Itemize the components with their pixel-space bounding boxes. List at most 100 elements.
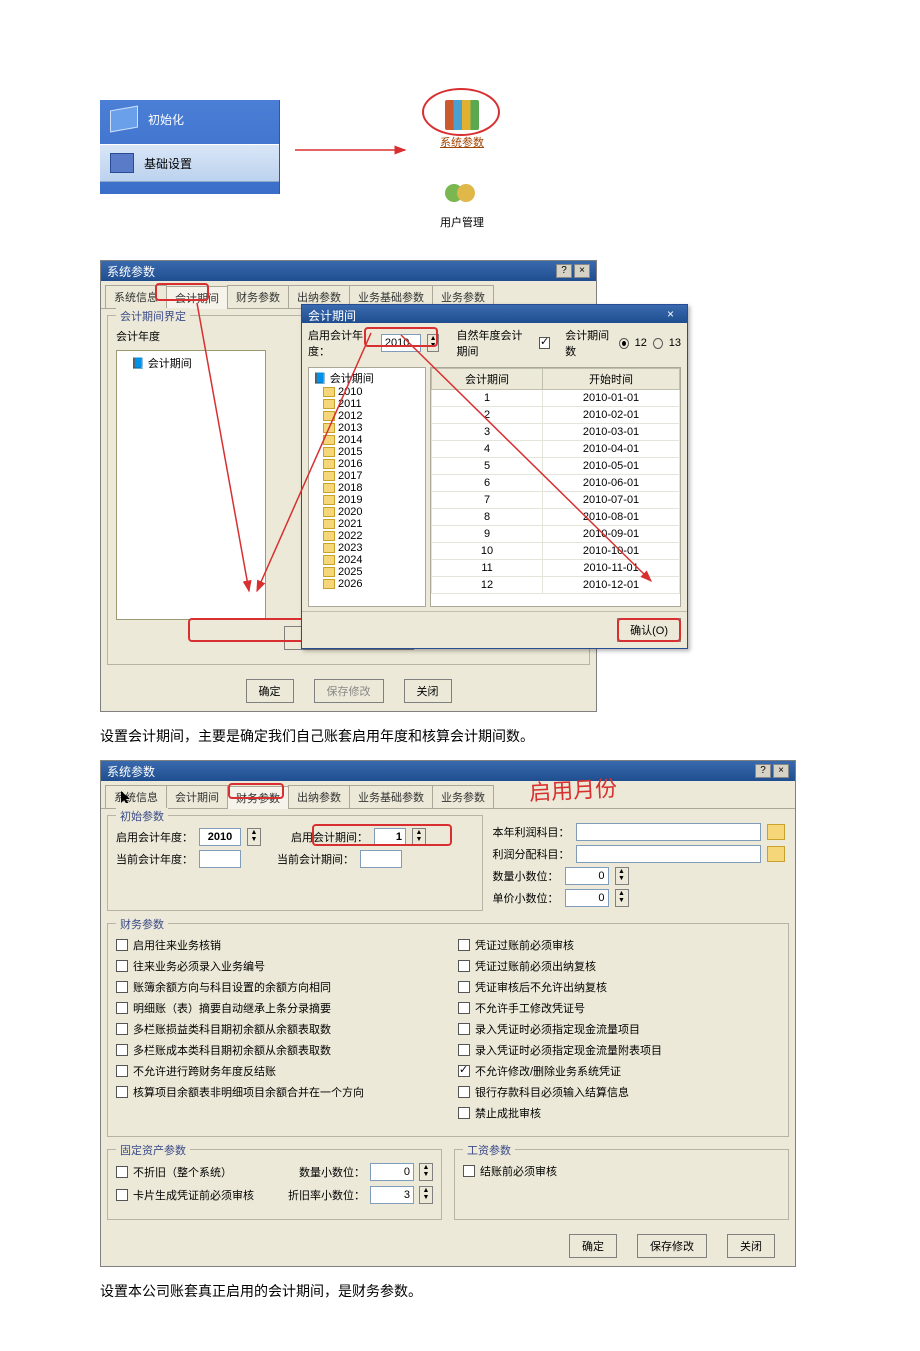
year-node[interactable]: 2020 [311,506,423,518]
close-button-2[interactable]: 关闭 [727,1234,775,1258]
confirm-button[interactable]: 确认(O) [617,618,681,642]
fin-label: 多栏账成本类科目期初余额从余额表取数 [133,1042,331,1058]
fin-checkbox[interactable] [116,939,128,951]
year-node[interactable]: 2021 [311,518,423,530]
fin-checkbox[interactable] [116,1023,128,1035]
close-button[interactable]: 关闭 [404,679,452,703]
fin-checkbox[interactable] [458,1107,470,1119]
fin-checkbox[interactable] [458,1023,470,1035]
qty-dec-spinner[interactable]: ▲▼ [615,867,629,885]
fin-checkbox[interactable] [116,1044,128,1056]
year-node[interactable]: 2019 [311,494,423,506]
year-node[interactable]: 2013 [311,422,423,434]
browse-dist-button[interactable] [767,846,785,862]
no-dep-checkbox[interactable] [116,1166,128,1178]
table-row[interactable]: 12010-01-01 [432,390,680,407]
start-year-input[interactable] [381,334,421,352]
qty-dec-input[interactable] [565,867,609,885]
year-node[interactable]: 2012 [311,410,423,422]
fin-checkbox[interactable] [458,1065,470,1077]
table-row[interactable]: 112010-11-01 [432,560,680,577]
natural-period-checkbox[interactable] [539,337,550,349]
tab-1[interactable]: 会计期间 [166,785,228,808]
user-mgmt-shortcut[interactable]: 用户管理 [440,180,484,230]
fin-checkbox[interactable] [458,960,470,972]
card-audit-checkbox[interactable] [116,1189,128,1201]
table-row[interactable]: 122010-12-01 [432,577,680,594]
fin-checkbox[interactable] [458,981,470,993]
tab-0[interactable]: 系统信息 [105,285,167,308]
radio-13[interactable] [653,338,663,349]
table-row[interactable]: 52010-05-01 [432,458,680,475]
close-button[interactable]: × [773,764,789,778]
year-node[interactable]: 2023 [311,542,423,554]
tab-2[interactable]: 财务参数 [227,285,289,308]
cur-year-input[interactable] [199,850,241,868]
year-node[interactable]: 2017 [311,470,423,482]
sys-params-link[interactable]: 系统参数 [440,134,484,150]
save-button-2[interactable]: 保存修改 [637,1234,707,1258]
start-year-input[interactable] [199,828,241,846]
year-node[interactable]: 2025 [311,566,423,578]
year-node[interactable]: 2015 [311,446,423,458]
tab-3[interactable]: 出纳参数 [288,785,350,808]
rate-dec-input[interactable] [370,1186,414,1204]
fin-checkbox[interactable] [116,981,128,993]
close-button[interactable]: × [574,264,590,278]
year-node[interactable]: 2014 [311,434,423,446]
fin-checkbox[interactable] [116,1086,128,1098]
year-spinner[interactable]: ▲▼ [427,334,439,352]
table-row[interactable]: 82010-08-01 [432,509,680,526]
price-dec-input[interactable] [565,889,609,907]
year-node[interactable]: 2022 [311,530,423,542]
fa-qty-dec-input[interactable] [370,1163,414,1181]
salary-audit-checkbox[interactable] [463,1165,475,1177]
tab-2[interactable]: 财务参数 [227,786,289,809]
radio-12[interactable] [619,338,629,349]
nav-item-basic-setup[interactable]: 基础设置 [100,144,279,182]
year-spinner[interactable]: ▲▼ [247,828,261,846]
year-node[interactable]: 2024 [311,554,423,566]
dialog-close-button[interactable]: × [667,307,681,321]
fin-checkbox[interactable] [458,1002,470,1014]
tab-0[interactable]: 系统信息 [105,785,167,808]
year-node[interactable]: 2010 [311,386,423,398]
help-button[interactable]: ? [755,764,771,778]
profit-input[interactable] [576,823,762,841]
ok-button-2[interactable]: 确定 [569,1234,617,1258]
table-row[interactable]: 102010-10-01 [432,543,680,560]
tab-5[interactable]: 业务参数 [432,785,494,808]
ok-button[interactable]: 确定 [246,679,294,703]
table-row[interactable]: 32010-03-01 [432,424,680,441]
table-row[interactable]: 22010-02-01 [432,407,680,424]
fin-label: 银行存款科目必须输入结算信息 [475,1084,629,1100]
help-button[interactable]: ? [556,264,572,278]
rate-spinner[interactable]: ▲▼ [419,1186,433,1204]
sys-params-shortcut[interactable]: 系统参数 [440,100,484,150]
year-node[interactable]: 2011 [311,398,423,410]
table-row[interactable]: 42010-04-01 [432,441,680,458]
start-period-input[interactable] [374,828,406,846]
table-row[interactable]: 72010-07-01 [432,492,680,509]
cur-period-input[interactable] [360,850,402,868]
year-node[interactable]: 2026 [311,578,423,590]
dist-input[interactable] [576,845,762,863]
period-spinner[interactable]: ▲▼ [412,828,426,846]
fin-checkbox[interactable] [458,1086,470,1098]
year-tree[interactable]: 📘会计期间20102011201220132014201520162017201… [308,367,426,607]
fin-checkbox[interactable] [458,939,470,951]
fa-qty-spinner[interactable]: ▲▼ [419,1163,433,1181]
tab-1[interactable]: 会计期间 [166,286,228,309]
fin-checkbox[interactable] [116,960,128,972]
fin-checkbox[interactable] [116,1002,128,1014]
tab-4[interactable]: 业务基础参数 [349,785,433,808]
fin-checkbox[interactable] [116,1065,128,1077]
year-node[interactable]: 2016 [311,458,423,470]
fin-checkbox[interactable] [458,1044,470,1056]
table-row[interactable]: 92010-09-01 [432,526,680,543]
browse-profit-button[interactable] [767,824,785,840]
table-row[interactable]: 62010-06-01 [432,475,680,492]
price-dec-spinner[interactable]: ▲▼ [615,889,629,907]
period-tree[interactable]: 📘会计期间 [116,350,266,620]
year-node[interactable]: 2018 [311,482,423,494]
